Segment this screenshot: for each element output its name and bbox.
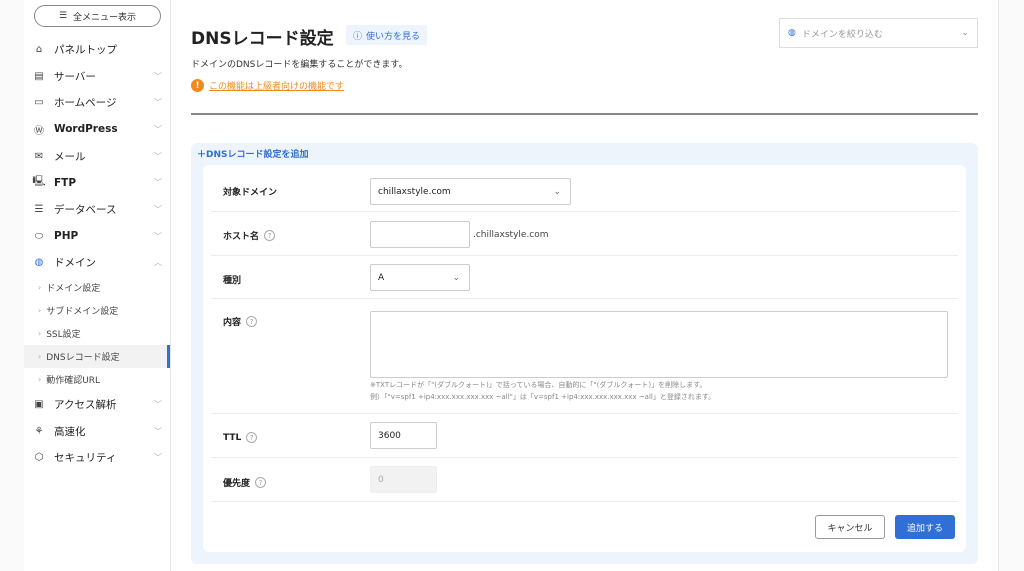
sidebar-item-security[interactable]: ⬡ セキュリティ ﹀ <box>24 445 170 472</box>
sidebar-item-database[interactable]: ☰ データベース ﹀ <box>24 196 170 223</box>
page-description: ドメインのDNSレコードを編集することができます。 <box>191 60 408 70</box>
divider <box>191 113 978 115</box>
browser-icon: ▭ <box>34 97 44 109</box>
submit-button[interactable]: 追加する <box>895 515 955 539</box>
php-icon: ⬭ <box>34 230 44 242</box>
mail-icon: ✉ <box>34 150 44 162</box>
sidebar-item-wordpress[interactable]: Ⓦ WordPress ﹀ <box>24 116 170 143</box>
row-ttl: TTL? 3600 <box>211 414 958 458</box>
sidebar: ☰ 全メニュー表示 ⌂ パネルトップ ▤ サーバー ﹀ ▭ ホームページ ﹀ Ⓦ WordPr… <box>24 0 171 571</box>
sidebar-item-php[interactable]: ⬭ PHP ﹀ <box>24 223 170 250</box>
ttl-input[interactable]: 3600 <box>370 422 437 449</box>
ftp-icon: 🖳 <box>32 176 46 188</box>
shield-icon: ⬡ <box>34 452 44 464</box>
sidebar-sub-test-url[interactable]: › 動作確認URL <box>24 368 170 391</box>
sidebar-item-domain[interactable]: ◍ ドメイン ︿ <box>24 250 170 277</box>
help-icon[interactable]: ? <box>264 230 276 241</box>
row-type: 種別 A ⌄ <box>211 256 958 299</box>
content-label: 内容 <box>223 318 242 328</box>
chevron-down-icon: ﹀ <box>154 231 162 241</box>
sidebar-item-mail[interactable]: ✉ メール ﹀ <box>24 143 170 170</box>
page-title: DNSレコード設定 <box>191 29 334 49</box>
row-host: ホスト名? .chillaxstyle.com <box>211 212 958 256</box>
domain-select[interactable]: chillaxstyle.com ⌄ <box>370 178 571 205</box>
host-label: ホスト名 <box>223 232 260 242</box>
sidebar-item-server[interactable]: ▤ サーバー ﹀ <box>24 63 170 90</box>
help-icon[interactable]: ? <box>246 432 258 443</box>
add-record-panel: ＋DNSレコード設定を追加 対象ドメイン chillaxstyle.com ⌄ ホ… <box>191 143 978 564</box>
sidebar-sub-dns[interactable]: › DNSレコード設定 <box>24 345 170 369</box>
sidebar-item-speed[interactable]: ⚘ 高速化 ﹀ <box>24 418 170 445</box>
type-select[interactable]: A ⌄ <box>370 264 470 291</box>
row-domain: 対象ドメイン chillaxstyle.com ⌄ <box>211 165 958 212</box>
chevron-up-icon: ︿ <box>154 258 162 268</box>
row-priority: 優先度? 0 <box>211 458 958 502</box>
warning-link[interactable]: この機能は上級者向けの機能です <box>209 79 344 92</box>
domain-filter-select[interactable]: ◍ ドメインを絞り込む ⌄ <box>779 18 978 48</box>
help-icon[interactable]: ? <box>255 477 267 488</box>
record-form: 対象ドメイン chillaxstyle.com ⌄ ホスト名? .chillaxs… <box>203 165 966 552</box>
globe-icon: ◍ <box>788 28 796 38</box>
chevron-down-icon: ﹀ <box>154 151 162 161</box>
chevron-down-icon: ﹀ <box>154 98 162 108</box>
chevron-down-icon: ⌄ <box>553 186 561 197</box>
chart-icon: ▣ <box>34 399 44 411</box>
sidebar-item-panel-top[interactable]: ⌂ パネルトップ <box>24 36 170 63</box>
sidebar-item-analytics[interactable]: ▣ アクセス解析 ﹀ <box>24 391 170 418</box>
chevron-down-icon: ﹀ <box>154 178 162 188</box>
help-icon[interactable]: ? <box>246 316 258 327</box>
chevron-down-icon: ⌄ <box>961 28 969 38</box>
priority-input: 0 <box>370 466 437 493</box>
home-icon: ⌂ <box>35 43 43 55</box>
note-line-2: 例）「"v=spf1 +ip4:xxx.xxx.xxx.xxx ~all"」は「… <box>370 393 716 401</box>
sidebar-item-ftp[interactable]: 🖳 FTP ﹀ <box>24 169 170 196</box>
server-icon: ▤ <box>34 70 44 82</box>
content-textarea[interactable] <box>370 311 948 378</box>
main-content: DNSレコード設定 ⓘ 使い方を見る ◍ ドメインを絞り込む ⌄ ドメインのDNSレコ… <box>171 0 999 571</box>
speed-icon: ⚘ <box>34 425 44 437</box>
help-icon: ⓘ <box>353 31 363 42</box>
chevron-down-icon: ﹀ <box>154 204 162 214</box>
sidebar-item-homepage[interactable]: ▭ ホームページ ﹀ <box>24 89 170 116</box>
priority-label: 優先度 <box>223 479 251 489</box>
warning-notice: ! この機能は上級者向けの機能です <box>191 79 344 92</box>
chevron-down-icon: ﹀ <box>154 426 162 436</box>
all-menu-button[interactable]: ☰ 全メニュー表示 <box>34 5 161 27</box>
sidebar-sub-ssl[interactable]: › SSL設定 <box>24 322 170 345</box>
globe-icon: ◍ <box>34 257 44 269</box>
host-suffix: .chillaxstyle.com <box>473 230 549 240</box>
cancel-button[interactable]: キャンセル <box>815 515 885 539</box>
wordpress-icon: Ⓦ <box>34 125 44 137</box>
sidebar-sub-subdomain[interactable]: › サブドメイン設定 <box>24 299 170 322</box>
hamburger-icon: ☰ <box>58 11 68 21</box>
note-line-1: ※TXTレコードが「"(ダブルクォート)」で括っている場合、自動的に「"(ダブル… <box>370 381 707 389</box>
chevron-down-icon: ﹀ <box>154 453 162 463</box>
sidebar-sub-domain-settings[interactable]: › ドメイン設定 <box>24 276 170 299</box>
domain-label: 対象ドメイン <box>223 188 278 198</box>
howto-button[interactable]: ⓘ 使い方を見る <box>346 25 428 45</box>
chevron-down-icon: ﹀ <box>154 400 162 410</box>
database-icon: ☰ <box>34 203 44 215</box>
ttl-label: TTL <box>223 432 242 443</box>
warning-icon: ! <box>191 79 204 92</box>
add-record-link[interactable]: ＋DNSレコード設定を追加 <box>197 147 309 160</box>
chevron-down-icon: ﹀ <box>154 71 162 81</box>
chevron-down-icon: ﹀ <box>154 124 162 134</box>
row-content: 内容? ※TXTレコードが「"(ダブルクォート)」で括っている場合、自動的に「"… <box>211 299 958 414</box>
type-label: 種別 <box>223 276 242 286</box>
host-input[interactable] <box>370 221 470 248</box>
chevron-down-icon: ⌄ <box>452 272 460 283</box>
